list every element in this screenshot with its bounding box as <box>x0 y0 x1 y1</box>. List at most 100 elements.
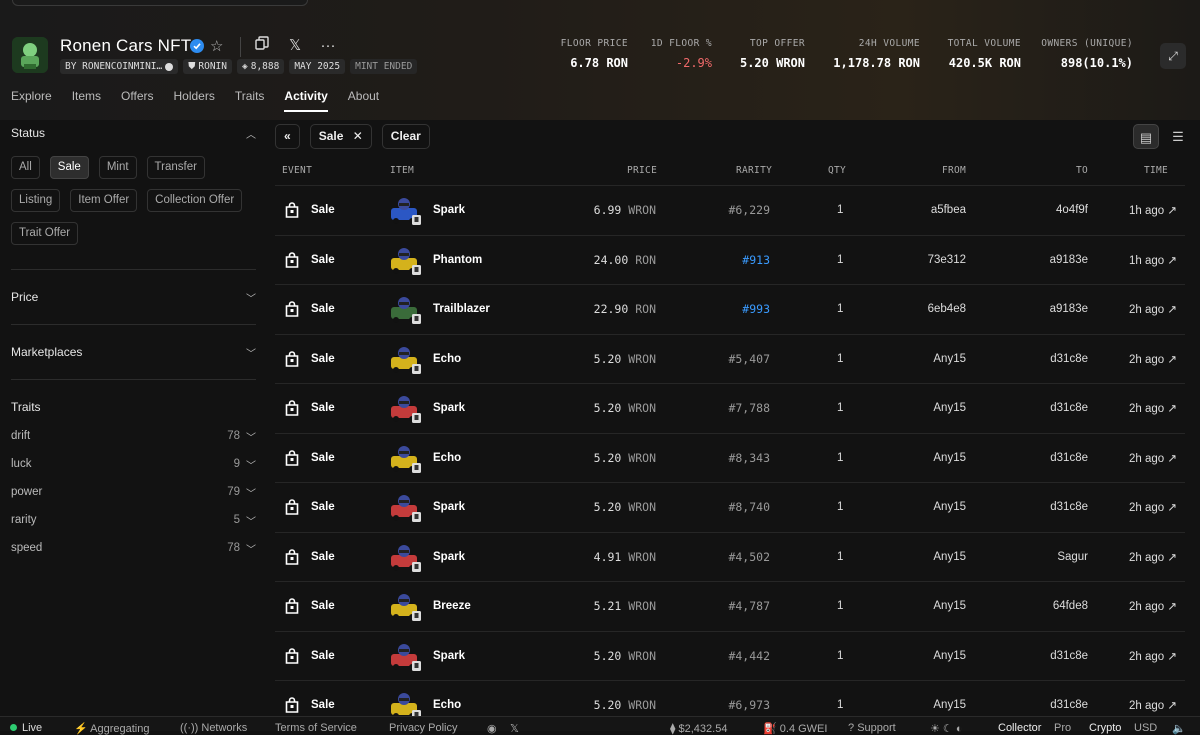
table-row[interactable]: Sale Trailblazer 22.90 RON #993 1 6eb4e8… <box>275 284 1185 334</box>
status-section-header[interactable]: Status ︿ <box>11 120 256 146</box>
item-thumbnail[interactable] <box>390 343 422 375</box>
trait-power[interactable]: power 79 ﹀ <box>11 478 256 506</box>
col-event[interactable]: EVENT <box>282 165 312 176</box>
table-row[interactable]: Sale Spark 5.20 WRON #8,740 1 Any15 d31c… <box>275 482 1185 532</box>
x-twitter-icon[interactable]: 𝕏 <box>285 36 305 56</box>
item-thumbnail[interactable] <box>390 491 422 523</box>
table-row[interactable]: Sale Echo 5.20 WRON #5,407 1 Any15 d31c8… <box>275 333 1185 384</box>
clear-filters-button[interactable]: Clear <box>381 124 430 149</box>
filter-all[interactable]: All <box>11 156 40 179</box>
from-address[interactable]: Any15 <box>933 402 966 414</box>
table-row[interactable]: Sale Spark 4.91 WRON #4,502 1 Any15 Sagu… <box>275 531 1185 582</box>
to-address[interactable]: a9183e <box>1050 254 1088 266</box>
item-name[interactable]: Echo <box>433 452 461 464</box>
tab-holders[interactable]: Holders <box>174 89 215 112</box>
to-address[interactable]: d31c8e <box>1050 501 1088 513</box>
time-link[interactable]: 2h ago ↗ <box>1129 500 1177 514</box>
item-name[interactable]: Spark <box>433 501 465 513</box>
table-row[interactable]: Sale Spark 6.99 WRON #6,229 1 a5fbea 4o4… <box>275 185 1185 235</box>
from-address[interactable]: Any15 <box>933 452 966 464</box>
more-options-icon[interactable]: ··· <box>318 36 338 56</box>
item-name[interactable]: Spark <box>433 650 465 662</box>
to-address[interactable]: d31c8e <box>1050 353 1088 365</box>
col-qty[interactable]: QTY <box>828 165 846 176</box>
filter-listing[interactable]: Listing <box>11 189 61 212</box>
filter-trait-offer[interactable]: Trait Offer <box>11 222 79 245</box>
from-address[interactable]: a5fbea <box>931 204 966 216</box>
from-address[interactable]: Any15 <box>933 600 966 612</box>
to-address[interactable]: d31c8e <box>1050 650 1088 662</box>
filter-item-offer[interactable]: Item Offer <box>70 189 138 212</box>
networks-link[interactable]: ((·)) Networks <box>180 722 247 734</box>
table-row[interactable]: Sale Spark 5.20 WRON #4,442 1 Any15 d31c… <box>275 630 1185 681</box>
to-address[interactable]: d31c8e <box>1050 699 1088 711</box>
col-price[interactable]: PRICE <box>627 165 657 176</box>
item-thumbnail[interactable] <box>390 293 422 325</box>
col-time[interactable]: TIME <box>1144 165 1168 176</box>
time-link[interactable]: 1h ago ↗ <box>1129 253 1177 267</box>
from-address[interactable]: Any15 <box>933 501 966 513</box>
trait-drift[interactable]: drift 78 ﹀ <box>11 422 256 450</box>
item-thumbnail[interactable] <box>390 244 422 276</box>
list-view-icon[interactable]: ☰ <box>1165 124 1191 149</box>
item-thumbnail[interactable] <box>390 640 422 672</box>
filter-collection-offer[interactable]: Collection Offer <box>147 189 243 212</box>
from-address[interactable]: Any15 <box>933 650 966 662</box>
filter-mint[interactable]: Mint <box>98 156 137 179</box>
tab-explore[interactable]: Explore <box>11 89 52 112</box>
theme-toggle[interactable]: ☀ ☾ ◐ <box>930 722 962 735</box>
item-name[interactable]: Spark <box>433 551 465 563</box>
aggregating-status[interactable]: ⚡ Aggregating <box>74 722 149 735</box>
sound-icon[interactable]: 🔈 <box>1172 722 1186 735</box>
privacy-link[interactable]: Privacy Policy <box>389 722 457 734</box>
col-to[interactable]: TO <box>1076 165 1088 176</box>
trait-speed[interactable]: speed 78 ﹀ <box>11 534 256 562</box>
item-name[interactable]: Echo <box>433 699 461 711</box>
table-row[interactable]: Sale Spark 5.20 WRON #7,788 1 Any15 d31c… <box>275 383 1185 433</box>
x-footer-icon[interactable]: 𝕏 <box>510 722 519 735</box>
marketplaces-section-header[interactable]: Marketplaces ﹀ <box>11 339 256 365</box>
item-name[interactable]: Spark <box>433 402 465 414</box>
time-link[interactable]: 2h ago ↗ <box>1129 698 1177 712</box>
active-filter-chip[interactable]: Sale ✕ <box>309 124 372 149</box>
to-address[interactable]: 4o4f9f <box>1056 204 1088 216</box>
item-thumbnail[interactable] <box>390 590 422 622</box>
from-address[interactable]: Any15 <box>933 353 966 365</box>
time-link[interactable]: 2h ago ↗ <box>1129 401 1177 415</box>
filter-transfer[interactable]: Transfer <box>146 156 205 179</box>
terms-link[interactable]: Terms of Service <box>275 722 357 734</box>
from-address[interactable]: 73e312 <box>928 254 966 266</box>
creator-chip[interactable]: BY RONENCOINMINI… <box>60 59 179 74</box>
from-address[interactable]: Any15 <box>933 699 966 711</box>
item-thumbnail[interactable] <box>390 194 422 226</box>
time-link[interactable]: 2h ago ↗ <box>1129 451 1177 465</box>
time-link[interactable]: 2h ago ↗ <box>1129 352 1177 366</box>
search-bar[interactable] <box>12 0 308 6</box>
trait-rarity[interactable]: rarity 5 ﹀ <box>11 506 256 534</box>
to-address[interactable]: d31c8e <box>1050 402 1088 414</box>
table-row[interactable]: Sale Breeze 5.21 WRON #4,787 1 Any15 64f… <box>275 581 1185 631</box>
col-item[interactable]: ITEM <box>390 165 414 176</box>
to-address[interactable]: 64fde8 <box>1053 600 1088 612</box>
table-view-icon[interactable]: ▤ <box>1133 124 1159 149</box>
col-from[interactable]: FROM <box>942 165 966 176</box>
collapse-sidebar-button[interactable]: « <box>275 124 300 149</box>
item-name[interactable]: Breeze <box>433 600 471 612</box>
tab-traits[interactable]: Traits <box>235 89 265 112</box>
trait-luck[interactable]: luck 9 ﹀ <box>11 450 256 478</box>
time-link[interactable]: 2h ago ↗ <box>1129 599 1177 613</box>
item-thumbnail[interactable] <box>390 442 422 474</box>
copy-icon[interactable] <box>252 36 272 56</box>
tab-about[interactable]: About <box>348 89 379 112</box>
price-section-header[interactable]: Price ﹀ <box>11 284 256 310</box>
from-address[interactable]: 6eb4e8 <box>928 303 966 315</box>
tab-items[interactable]: Items <box>72 89 101 112</box>
item-name[interactable]: Trailblazer <box>433 303 490 315</box>
table-row[interactable]: Sale Echo 5.20 WRON #8,343 1 Any15 d31c8… <box>275 432 1185 483</box>
mode-collector[interactable]: Collector <box>998 722 1041 734</box>
filter-sale[interactable]: Sale <box>49 156 89 179</box>
currency-usd[interactable]: USD <box>1134 722 1157 734</box>
time-link[interactable]: 2h ago ↗ <box>1129 550 1177 564</box>
time-link[interactable]: 2h ago ↗ <box>1129 302 1177 316</box>
item-name[interactable]: Echo <box>433 353 461 365</box>
